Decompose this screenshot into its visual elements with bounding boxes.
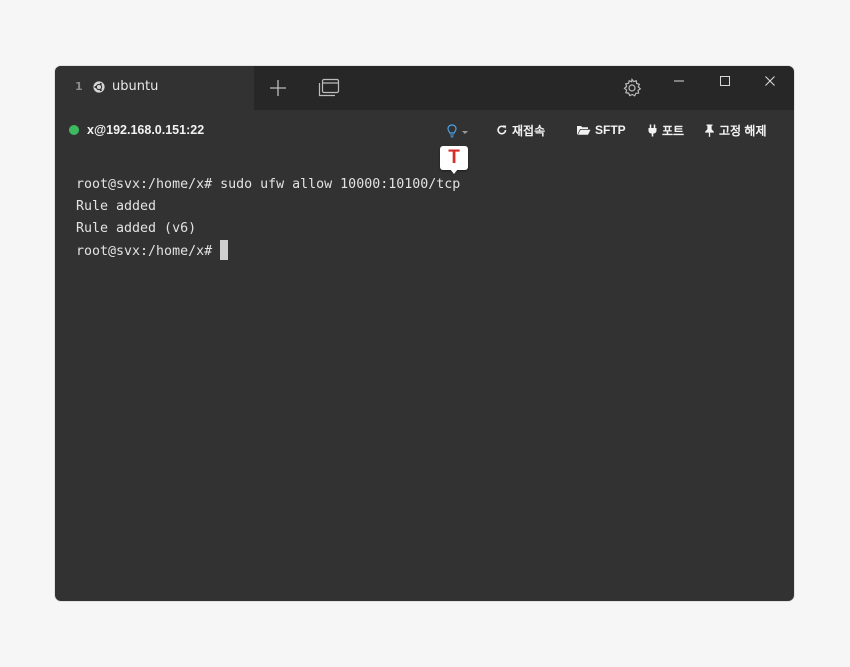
minimize-button[interactable] xyxy=(669,74,689,88)
terminal-line: Rule added xyxy=(76,199,157,214)
terminal-line: root@svx:/home/x# sudo ufw allow 10000:1… xyxy=(76,177,461,192)
t-badge[interactable]: T xyxy=(440,146,468,174)
terminal-output[interactable]: root@svx:/home/x# sudo ufw allow 10000:1… xyxy=(76,174,776,262)
title-bar: 1 ubuntu xyxy=(55,66,794,110)
refresh-icon xyxy=(497,125,507,135)
tab-index: 1 xyxy=(75,80,83,93)
maximize-button[interactable] xyxy=(715,73,735,89)
new-tab-button[interactable] xyxy=(268,78,288,98)
folder-open-icon xyxy=(577,126,591,135)
host-address: x@192.168.0.151:22 xyxy=(87,123,205,137)
connection-status-indicator xyxy=(69,125,79,135)
lightbulb-icon[interactable] xyxy=(446,123,472,139)
tab-list-button[interactable] xyxy=(317,77,341,99)
plug-icon xyxy=(648,124,657,136)
terminal-cursor xyxy=(220,240,229,260)
terminal-window: 1 ubuntu x@192.168.0.151:22 재접속 SFTP 포트 … xyxy=(55,66,794,601)
reconnect-label: 재접속 xyxy=(512,123,546,138)
sftp-label: SFTP xyxy=(595,123,626,137)
close-button[interactable] xyxy=(760,73,780,89)
sftp-button[interactable]: SFTP xyxy=(576,122,626,138)
unpin-label: 고정 해제 xyxy=(719,123,767,138)
pin-icon xyxy=(705,124,714,137)
terminal-prompt: root@svx:/home/x# xyxy=(76,244,213,259)
terminal-prompt-line[interactable]: root@svx:/home/x# xyxy=(76,240,776,262)
port-label: 포트 xyxy=(662,123,685,138)
unpin-button[interactable]: 고정 해제 xyxy=(704,122,767,138)
terminal-line: Rule added (v6) xyxy=(76,221,197,236)
port-button[interactable]: 포트 xyxy=(647,122,684,138)
gear-icon[interactable] xyxy=(621,77,643,99)
tab-title: ubuntu xyxy=(112,79,159,94)
t-badge-letter: T xyxy=(448,147,460,168)
reconnect-button[interactable]: 재접속 xyxy=(496,122,545,138)
ubuntu-icon xyxy=(93,81,105,93)
tab-ubuntu[interactable]: 1 ubuntu xyxy=(55,66,254,110)
